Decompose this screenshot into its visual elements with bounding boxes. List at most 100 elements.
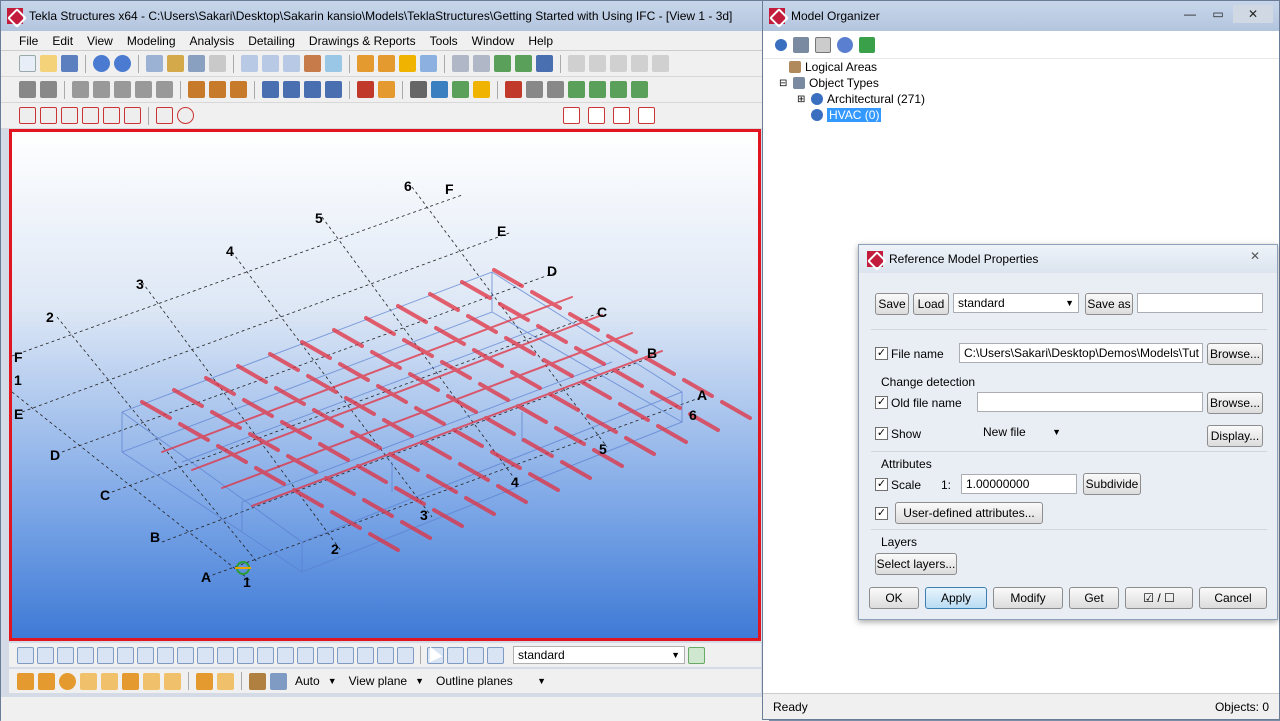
select-grids-icon[interactable] <box>137 646 154 664</box>
help-icon[interactable] <box>536 55 553 72</box>
ok-button[interactable]: OK <box>869 587 919 609</box>
modify-button[interactable]: Modify <box>993 587 1063 609</box>
snap-perp-icon[interactable] <box>103 107 120 124</box>
snap-intersect-icon[interactable] <box>82 107 99 124</box>
rebar2-icon[interactable] <box>378 81 395 98</box>
select2-icon[interactable] <box>473 55 490 72</box>
component-icon[interactable] <box>410 81 427 98</box>
panel-icon[interactable] <box>156 81 173 98</box>
arc-icon[interactable] <box>631 55 648 72</box>
bolt-icon[interactable] <box>188 81 205 98</box>
snap-center-icon[interactable] <box>177 107 194 124</box>
menu-help[interactable]: Help <box>524 34 563 48</box>
component3-icon[interactable] <box>452 81 469 98</box>
show-checkbox[interactable]: ✓ <box>875 427 888 440</box>
snap-depth-combo[interactable]: Auto ▼ <box>291 672 341 690</box>
snap-end-icon[interactable] <box>40 107 57 124</box>
menu-view[interactable]: View <box>83 34 123 48</box>
slab-icon[interactable] <box>135 81 152 98</box>
select-objects-icon[interactable] <box>337 646 354 664</box>
select-surface-icon[interactable] <box>57 646 74 664</box>
detail3-icon[interactable] <box>547 81 564 98</box>
plate-icon[interactable] <box>19 81 36 98</box>
select-task-icon[interactable] <box>467 646 484 664</box>
snap-geom-icon[interactable] <box>38 672 55 690</box>
report-icon[interactable] <box>420 55 437 72</box>
dimension3-icon[interactable] <box>610 55 627 72</box>
detail2-icon[interactable] <box>526 81 543 98</box>
model-view-3d[interactable]: 2 3 4 5 6 F E D C B A 1 2 3 4 5 6 F 1 E <box>9 129 761 641</box>
open-icon[interactable] <box>40 55 57 72</box>
file-name-field[interactable]: C:\Users\Sakari\Desktop\Demos\Models\Tut <box>959 343 1203 363</box>
show-combo[interactable]: New file ▼ <box>979 422 1065 442</box>
old-file-checkbox[interactable]: ✓ <box>875 396 888 409</box>
measure-icon[interactable] <box>652 55 669 72</box>
weld-icon[interactable] <box>209 81 226 98</box>
collapse-icon[interactable]: ⊟ <box>779 78 789 89</box>
select-welds-icon[interactable] <box>77 646 94 664</box>
redo-icon[interactable] <box>114 55 131 72</box>
snap2-icon[interactable] <box>515 55 532 72</box>
beam-icon[interactable] <box>93 81 110 98</box>
drawing2-icon[interactable] <box>378 55 395 72</box>
select-rebars-icon[interactable] <box>217 646 234 664</box>
window-icon[interactable] <box>241 55 258 72</box>
snap-point-icon[interactable] <box>124 107 141 124</box>
menu-detailing[interactable]: Detailing <box>244 34 305 48</box>
snap-icon[interactable] <box>494 55 511 72</box>
query-icon[interactable] <box>793 36 809 53</box>
detail7-icon[interactable] <box>631 81 648 98</box>
polybeam-icon[interactable] <box>114 81 131 98</box>
select-planes-icon[interactable] <box>297 646 314 664</box>
tree-item-object-types[interactable]: ⊟ Object Types <box>779 75 1279 91</box>
window2-icon[interactable] <box>262 55 279 72</box>
save-icon[interactable] <box>61 55 78 72</box>
plane-type-combo[interactable]: Outline planes ▼ <box>432 672 550 690</box>
snap-triangle-icon[interactable] <box>80 672 97 690</box>
snap-free-icon[interactable] <box>156 107 173 124</box>
get-button[interactable]: Get <box>1069 587 1119 609</box>
uda-checkbox[interactable]: ✓ <box>875 507 888 520</box>
save-as-field[interactable] <box>1137 293 1263 313</box>
subdivide-button[interactable]: Subdivide <box>1083 473 1141 495</box>
close-icon[interactable]: ✕ <box>1233 5 1273 23</box>
cut-icon[interactable] <box>304 55 321 72</box>
select-points-icon[interactable] <box>177 646 194 664</box>
select-group-icon[interactable] <box>487 646 504 664</box>
detail-icon[interactable] <box>505 81 522 98</box>
tree-item-hvac[interactable]: HVAC (0) <box>779 107 1279 123</box>
select-views-icon[interactable] <box>117 646 134 664</box>
concrete-column-icon[interactable] <box>262 81 279 98</box>
select-parts-icon[interactable] <box>37 646 54 664</box>
snap-check-icon[interactable] <box>164 672 181 690</box>
snap-depth-icon[interactable] <box>270 672 287 690</box>
preset-combo[interactable]: standard ▼ <box>953 293 1079 313</box>
list-icon[interactable] <box>815 36 831 53</box>
maximize-icon[interactable]: ▭ <box>1205 5 1231 23</box>
work-plane-combo[interactable]: View plane ▼ <box>345 672 428 690</box>
dimension2-icon[interactable] <box>589 55 606 72</box>
menu-window[interactable]: Window <box>468 34 525 48</box>
apply-button[interactable]: Apply <box>925 587 987 609</box>
cut-part-icon[interactable] <box>230 81 247 98</box>
select-gridlines-icon[interactable] <box>157 646 174 664</box>
expand-icon[interactable]: ⊞ <box>797 94 807 105</box>
select-all-icon[interactable] <box>17 646 34 664</box>
snap-nearest-icon[interactable] <box>122 672 139 690</box>
filter-settings-icon[interactable] <box>688 646 705 664</box>
select-bolts-icon[interactable] <box>197 646 214 664</box>
plate2-icon[interactable] <box>40 81 57 98</box>
select-reference-icon[interactable] <box>237 646 254 664</box>
check-icon[interactable] <box>859 36 875 53</box>
tree-item-logical-areas[interactable]: Logical Areas <box>779 59 1279 75</box>
snap-mid-icon[interactable] <box>61 107 78 124</box>
load-button[interactable]: Load <box>913 293 949 315</box>
detail6-icon[interactable] <box>610 81 627 98</box>
close-view3-icon[interactable] <box>613 107 630 124</box>
scale-checkbox[interactable]: ✓ <box>875 478 888 491</box>
close-view2-icon[interactable] <box>588 107 605 124</box>
detail5-icon[interactable] <box>589 81 606 98</box>
menu-analysis[interactable]: Analysis <box>186 34 245 48</box>
component2-icon[interactable] <box>431 81 448 98</box>
select-controls-icon[interactable] <box>357 646 374 664</box>
